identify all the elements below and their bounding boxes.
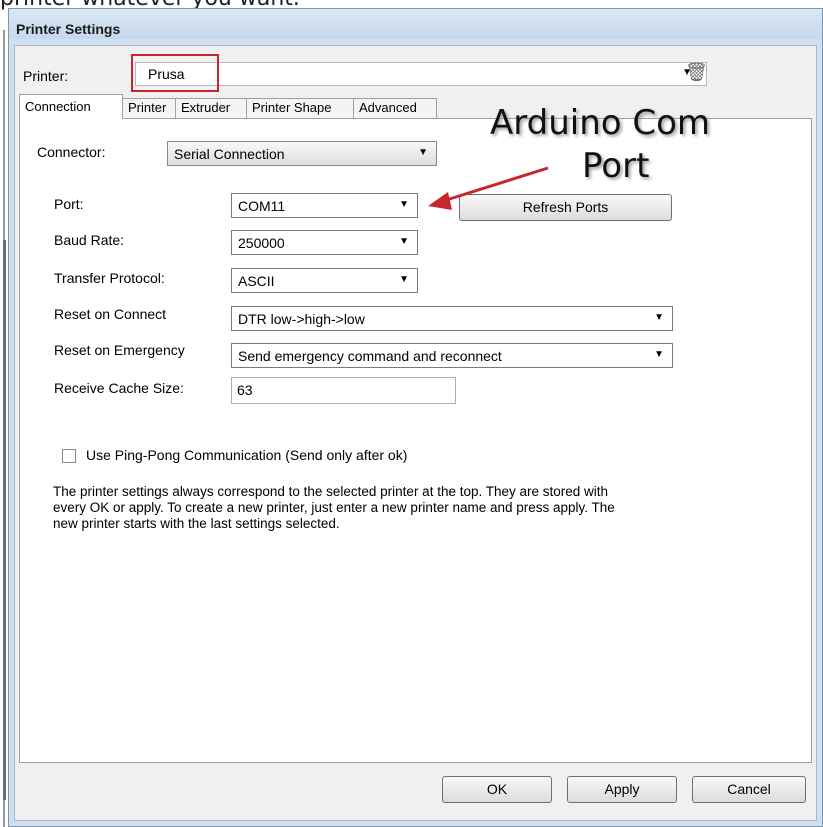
info-text: The printer settings always correspond t… bbox=[53, 484, 615, 531]
dropdown-arrow-icon: ▼ bbox=[654, 312, 664, 323]
baud-rate-label: Baud Rate: bbox=[54, 232, 125, 248]
printer-select[interactable]: Prusa ▼ bbox=[135, 62, 707, 86]
ping-pong-checkbox[interactable] bbox=[62, 449, 76, 463]
tab-printer-shape[interactable]: Printer Shape bbox=[246, 98, 354, 118]
tab-advanced[interactable]: Advanced bbox=[353, 98, 437, 118]
reset-on-connect-select-value: DTR low->high->low bbox=[238, 311, 365, 327]
connector-label: Connector: bbox=[37, 144, 106, 160]
dropdown-arrow-icon: ▼ bbox=[399, 199, 409, 210]
reset-on-connect-label: Reset on Connect bbox=[54, 306, 167, 322]
connector-select[interactable]: Serial Connection ▼ bbox=[167, 141, 437, 166]
apply-button[interactable]: Apply bbox=[567, 776, 677, 803]
tab-connection[interactable]: Connection bbox=[19, 94, 123, 119]
receive-cache-size-label: Receive Cache Size: bbox=[54, 380, 184, 396]
tab-extruder[interactable]: Extruder bbox=[175, 98, 247, 118]
reset-on-emergency-select[interactable]: Send emergency command and reconnect ▼ bbox=[231, 343, 673, 368]
port-select-value: COM11 bbox=[238, 198, 286, 214]
baud-rate-select[interactable]: 250000 ▼ bbox=[231, 230, 418, 255]
connector-select-value: Serial Connection bbox=[174, 146, 285, 162]
annotation-line2: Port bbox=[582, 146, 650, 186]
annotation-line1: Arduino Com bbox=[490, 103, 711, 143]
printer-label: Printer: bbox=[23, 68, 69, 84]
dropdown-arrow-icon: ▼ bbox=[399, 274, 409, 285]
baud-rate-select-value: 250000 bbox=[238, 235, 285, 251]
page-edge-line-dark bbox=[3, 240, 6, 800]
window-title: Printer Settings bbox=[16, 21, 121, 37]
annotation-arrow-icon bbox=[428, 166, 549, 210]
dropdown-arrow-icon: ▼ bbox=[399, 236, 409, 247]
receive-cache-size-input[interactable]: 63 bbox=[231, 377, 456, 404]
printer-highlight-box bbox=[131, 54, 219, 92]
trash-icon[interactable]: 🗑 bbox=[685, 62, 708, 83]
tab-printer[interactable]: Printer bbox=[122, 98, 176, 118]
reset-on-emergency-label: Reset on Emergency bbox=[54, 342, 185, 358]
title-bar[interactable]: Printer Settings bbox=[9, 9, 822, 39]
reset-on-emergency-select-value: Send emergency command and reconnect bbox=[238, 348, 502, 364]
receive-cache-size-value: 63 bbox=[237, 382, 253, 398]
transfer-protocol-label: Transfer Protocol: bbox=[54, 270, 165, 286]
ok-button[interactable]: OK bbox=[442, 776, 552, 803]
reset-on-connect-select[interactable]: DTR low->high->low ▼ bbox=[231, 306, 673, 331]
transfer-protocol-select-value: ASCII bbox=[238, 273, 275, 289]
cancel-button[interactable]: Cancel bbox=[692, 776, 806, 803]
ping-pong-label: Use Ping-Pong Communication (Send only a… bbox=[86, 447, 408, 463]
port-select[interactable]: COM11 ▼ bbox=[231, 193, 418, 218]
port-label: Port: bbox=[54, 196, 84, 212]
transfer-protocol-select[interactable]: ASCII ▼ bbox=[231, 268, 418, 293]
dropdown-arrow-icon: ▼ bbox=[654, 349, 664, 360]
